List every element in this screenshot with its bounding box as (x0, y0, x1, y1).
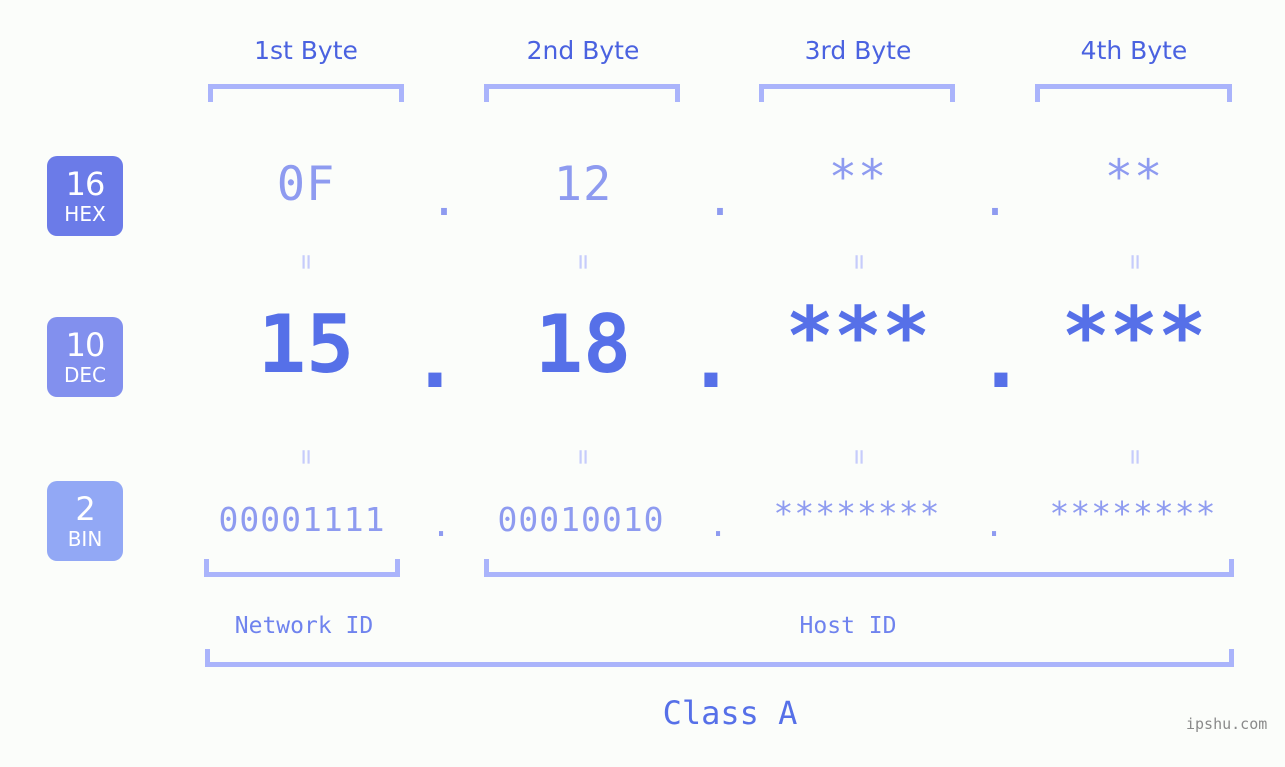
bin-byte-1: 00001111 (218, 500, 386, 539)
byte-header-3: 3rd Byte (804, 36, 912, 65)
equals-sign-hex-dec-1: = (291, 254, 321, 270)
equals-sign-dec-bin-4: = (1120, 449, 1150, 465)
ip-address-breakdown-diagram: 1st Byte 2nd Byte 3rd Byte 4th Byte 16 H… (0, 0, 1285, 767)
badge-bin-number: 2 (75, 490, 95, 528)
hex-separator-2: . (705, 172, 735, 227)
class-label: Class A (662, 694, 798, 732)
equals-sign-dec-bin-3: = (844, 449, 874, 465)
bin-separator-3: . (984, 505, 1004, 544)
dec-separator-2: . (686, 313, 736, 406)
host-id-bracket (484, 559, 1234, 577)
bin-byte-3: ******** (773, 494, 941, 533)
byte-bracket-1 (208, 84, 404, 102)
host-id-label: Host ID (799, 613, 897, 639)
network-id-bracket (204, 559, 400, 577)
badge-hex-number: 16 (65, 165, 106, 203)
byte-header-1: 1st Byte (254, 36, 358, 65)
hex-byte-1: 0F (276, 157, 336, 212)
watermark: ipshu.com (1186, 715, 1268, 733)
badge-bin: 2 BIN (47, 481, 123, 561)
badge-bin-system: BIN (67, 527, 103, 551)
byte-bracket-3 (759, 84, 955, 102)
equals-sign-hex-dec-4: = (1120, 254, 1150, 270)
equals-sign-dec-bin-1: = (291, 449, 321, 465)
byte-bracket-4 (1035, 84, 1232, 102)
badge-hex: 16 HEX (47, 156, 123, 236)
bin-separator-1: . (431, 505, 451, 544)
hex-separator-3: . (980, 172, 1010, 227)
byte-bracket-2 (484, 84, 680, 102)
bin-byte-2: 00010010 (497, 500, 665, 539)
hex-byte-4: ** (1104, 150, 1164, 205)
byte-header-2: 2nd Byte (526, 36, 640, 65)
hex-byte-2: 12 (553, 157, 613, 212)
dec-separator-3: . (976, 313, 1026, 406)
dec-byte-3: *** (785, 290, 931, 383)
network-id-label: Network ID (234, 613, 374, 639)
dec-byte-4: *** (1061, 290, 1207, 383)
dec-byte-1: 15 (257, 298, 355, 391)
badge-dec: 10 DEC (47, 317, 123, 397)
badge-dec-system: DEC (63, 363, 106, 387)
equals-sign-hex-dec-3: = (844, 254, 874, 270)
badge-dec-number: 10 (65, 326, 106, 364)
dec-byte-2: 18 (534, 298, 632, 391)
bin-byte-4: ******** (1049, 494, 1217, 533)
equals-sign-dec-bin-2: = (568, 449, 598, 465)
badge-hex-system: HEX (64, 202, 106, 226)
byte-header-4: 4th Byte (1080, 36, 1188, 65)
hex-byte-3: ** (828, 150, 888, 205)
equals-sign-hex-dec-2: = (568, 254, 598, 270)
hex-separator-1: . (429, 172, 459, 227)
bin-separator-2: . (708, 505, 728, 544)
dec-separator-1: . (410, 313, 460, 406)
class-bracket (205, 649, 1234, 667)
